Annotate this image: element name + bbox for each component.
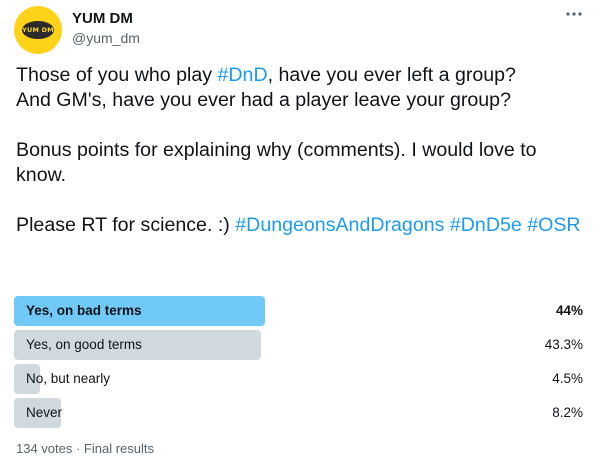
more-horizontal-icon[interactable] [564, 6, 584, 22]
hashtag-osr[interactable]: #OSR [527, 214, 580, 236]
avatar-logo: YUM DM [22, 21, 54, 39]
author-block: YUM DM @yum_dm [72, 9, 140, 48]
poll-option-label: Yes, on good terms [26, 337, 142, 352]
poll-option-percent: 44% [555, 303, 583, 318]
poll-option-percent: 4.5% [552, 371, 583, 386]
poll: Yes, on bad terms 44% Yes, on good terms… [14, 296, 586, 432]
poll-option: No, but nearly 4.5% [14, 364, 586, 394]
poll-option-label: Yes, on bad terms [26, 303, 142, 318]
hashtag-dnd5e[interactable]: #DnD5e [450, 214, 522, 236]
poll-option-label: No, but nearly [26, 371, 111, 386]
poll-footer: 134 votes · Final results [16, 441, 155, 456]
tweet-paragraph-2: Bonus points for explaining why (comment… [16, 139, 537, 186]
tweet-text-segment: Please RT for science. :) [16, 214, 236, 236]
user-handle[interactable]: @yum_dm [72, 28, 140, 48]
tweet-header: YUM DM YUM DM @yum_dm [14, 6, 586, 58]
display-name[interactable]: YUM DM [72, 9, 140, 28]
tweet-paragraph-3: Please RT for science. :) #DungeonsAndDr… [16, 213, 586, 238]
poll-option-percent: 43.3% [544, 337, 583, 352]
tweet-line-2: And GM's, have you ever had a player lea… [16, 89, 511, 111]
tweet-text: Those of you who play #DnD, have you eve… [16, 63, 586, 238]
hashtag-dnd[interactable]: #DnD [218, 64, 268, 86]
tweet-text-segment: , have you ever left a group? [267, 64, 516, 86]
tweet-text-segment: Those of you who play [16, 64, 218, 86]
hashtag-dungeonsanddragons[interactable]: #DungeonsAndDragons [235, 214, 444, 236]
poll-option-percent: 8.2% [552, 405, 583, 420]
tweet-line-1: Those of you who play #DnD, have you eve… [16, 63, 586, 88]
poll-option: Yes, on bad terms 44% [14, 296, 586, 326]
poll-option-label: Never [26, 405, 63, 420]
poll-option: Never 8.2% [14, 398, 586, 428]
poll-option: Yes, on good terms 43.3% [14, 330, 586, 360]
avatar[interactable]: YUM DM [14, 6, 62, 54]
